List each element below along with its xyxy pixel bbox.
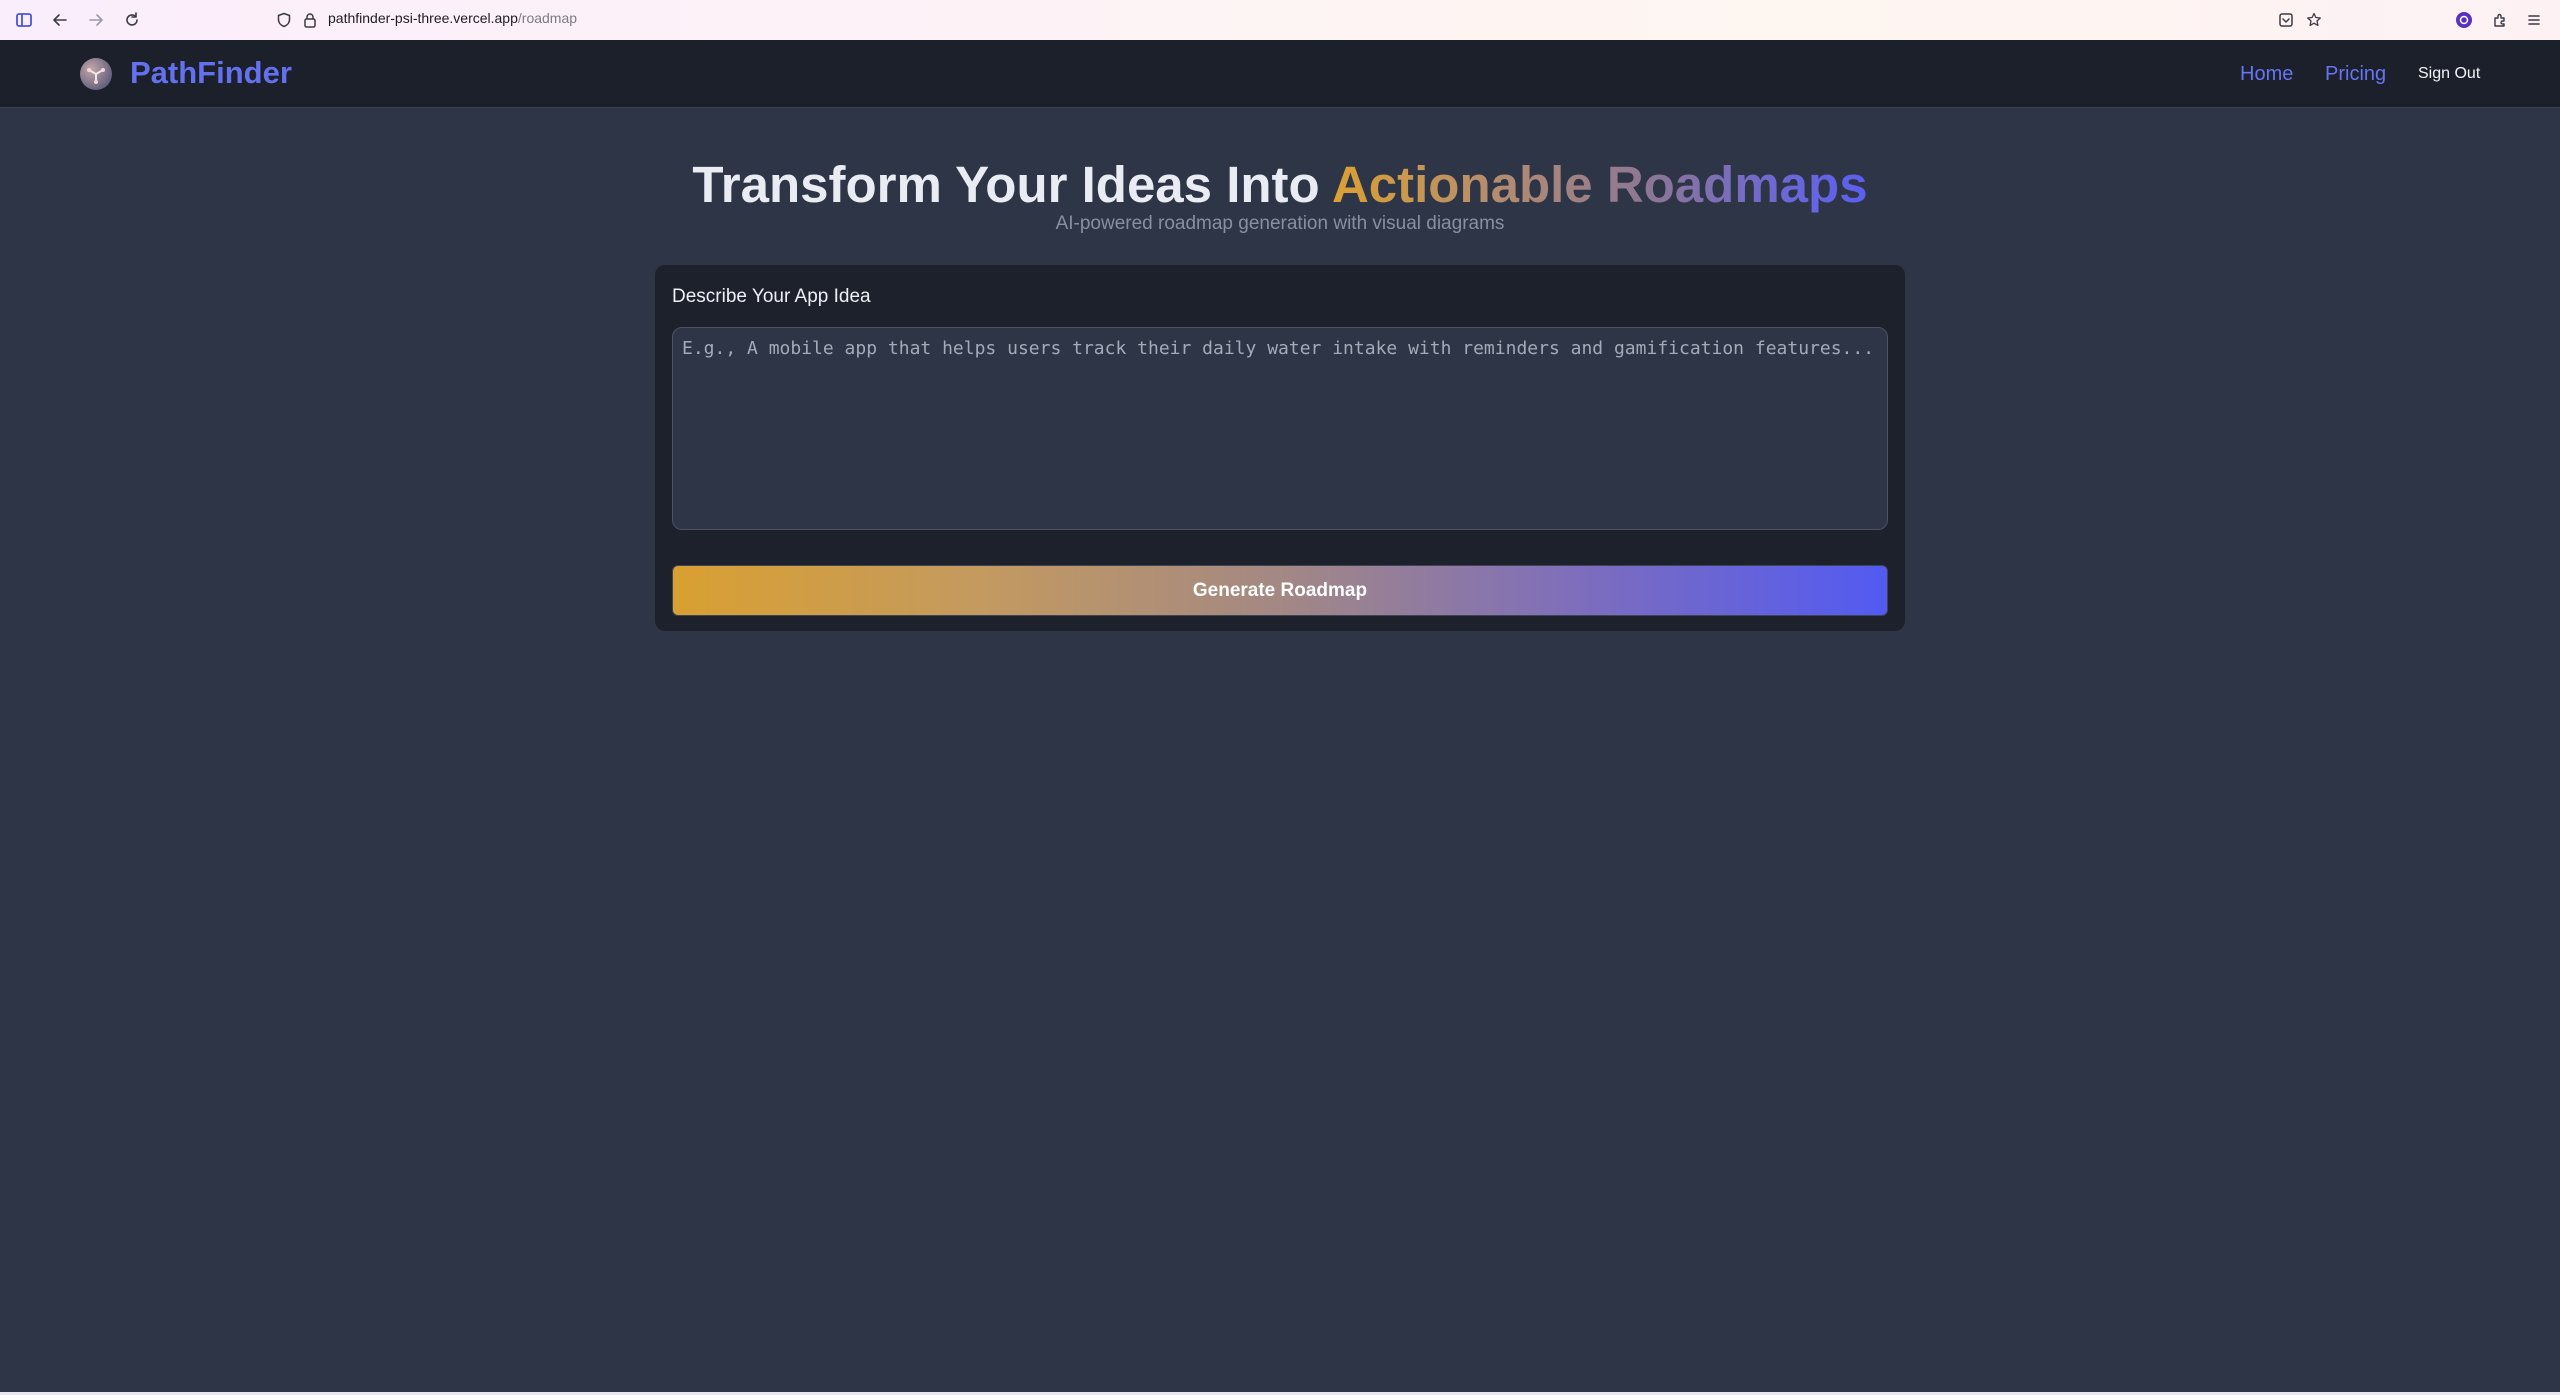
forward-arrow-icon[interactable] xyxy=(84,8,108,32)
lock-icon[interactable] xyxy=(298,8,322,32)
sign-out-button[interactable]: Sign Out xyxy=(2418,64,2480,84)
reload-icon[interactable] xyxy=(120,8,144,32)
pathfinder-logo-icon[interactable] xyxy=(80,58,112,90)
page-subtitle: AI-powered roadmap generation with visua… xyxy=(1055,213,1505,234)
save-to-pocket-icon[interactable] xyxy=(2274,8,2298,32)
page-title-plain: Transform Your Ideas Into xyxy=(692,156,1332,213)
url-host: pathfinder-psi-three.vercel.app xyxy=(328,10,518,26)
idea-input-label: Describe Your App Idea xyxy=(672,286,871,307)
page-title: Transform Your Ideas Into Actionable Roa… xyxy=(0,152,2560,218)
browser-toolbar: pathfinder-psi-three.vercel.app/roadmap xyxy=(0,0,2560,40)
address-bar[interactable]: pathfinder-psi-three.vercel.app/roadmap xyxy=(328,10,577,26)
idea-input[interactable] xyxy=(672,327,1888,530)
back-arrow-icon[interactable] xyxy=(48,8,72,32)
nav-link-home[interactable]: Home xyxy=(2240,62,2293,86)
sidebar-toggle-icon[interactable] xyxy=(12,8,36,32)
app-navbar: PathFinder Home Pricing Sign Out xyxy=(0,40,2560,108)
url-path: /roadmap xyxy=(517,10,578,26)
extensions-icon[interactable] xyxy=(2488,8,2512,32)
hamburger-menu-icon[interactable] xyxy=(2522,8,2546,32)
page-title-highlight: Actionable Roadmaps xyxy=(1331,156,1868,213)
nav-link-pricing[interactable]: Pricing xyxy=(2325,62,2386,86)
shield-icon[interactable] xyxy=(272,8,296,32)
star-icon[interactable] xyxy=(2302,8,2326,32)
account-icon[interactable] xyxy=(2452,8,2476,32)
brand-name[interactable]: PathFinder xyxy=(130,53,292,93)
generate-roadmap-button[interactable]: Generate Roadmap xyxy=(672,565,1888,616)
idea-form-card: Describe Your App Idea Generate Roadmap xyxy=(655,265,1905,631)
